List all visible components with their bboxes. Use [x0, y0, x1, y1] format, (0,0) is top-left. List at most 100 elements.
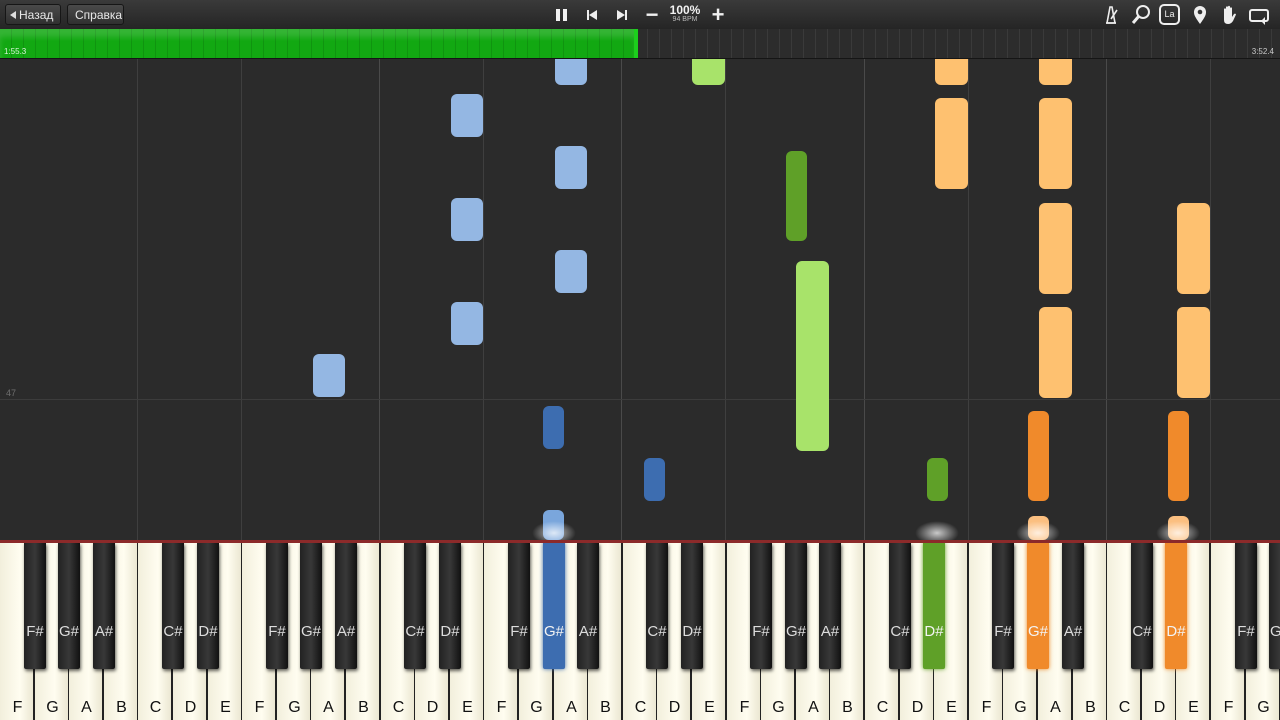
pause-button[interactable]	[549, 3, 573, 26]
black-key[interactable]: F#	[750, 543, 772, 669]
note	[1039, 307, 1072, 398]
black-key[interactable]: A#	[819, 543, 841, 669]
note	[1177, 307, 1210, 398]
black-key[interactable]: A#	[1062, 543, 1084, 669]
black-key-label: G#	[785, 623, 806, 640]
white-key-label: D	[184, 699, 197, 716]
black-key[interactable]: G#	[543, 543, 565, 669]
black-key-label: G#	[543, 623, 564, 640]
black-key-label: G#	[1027, 623, 1048, 640]
black-key-label: F#	[26, 623, 44, 640]
black-key[interactable]: D#	[681, 543, 703, 669]
marker-pin-icon[interactable]	[1189, 4, 1211, 26]
note	[451, 302, 483, 345]
black-key-label: G#	[58, 623, 79, 640]
black-key[interactable]: A#	[577, 543, 599, 669]
white-key-label: F	[739, 699, 750, 716]
black-key[interactable]: G#	[785, 543, 807, 669]
black-key-label: D#	[198, 623, 218, 640]
help-button[interactable]: Справка	[67, 4, 124, 25]
white-key-label: A	[808, 699, 819, 716]
slower-button[interactable]: −	[640, 3, 664, 26]
black-key[interactable]: C#	[404, 543, 426, 669]
black-key[interactable]: F#	[508, 543, 530, 669]
note	[1168, 411, 1189, 501]
note	[555, 59, 587, 85]
white-key-label: A	[81, 699, 92, 716]
note	[1039, 59, 1072, 85]
magnifier-icon[interactable]	[1130, 4, 1152, 26]
black-key-label: A#	[94, 623, 114, 640]
progress-bar[interactable]	[0, 29, 1280, 59]
black-key[interactable]: C#	[1131, 543, 1153, 669]
progress-fill	[0, 29, 636, 58]
black-key[interactable]: A#	[93, 543, 115, 669]
black-key[interactable]: C#	[889, 543, 911, 669]
black-key[interactable]: F#	[992, 543, 1014, 669]
current-time: 1:55.3	[4, 47, 27, 56]
note-labels-icon[interactable]: La	[1159, 4, 1180, 25]
note	[1039, 98, 1072, 189]
black-key[interactable]: D#	[197, 543, 219, 669]
white-key-label: G	[46, 699, 59, 716]
white-key-label: D	[1153, 699, 1166, 716]
piano-keyboard: FGABCDEFGABCDEFGABCDEFGABCDEFGABCDEFGAF#…	[0, 540, 1280, 720]
note	[1039, 203, 1072, 294]
progress-handle[interactable]	[634, 29, 638, 58]
white-key-label: F	[981, 699, 992, 716]
previous-button[interactable]	[580, 3, 604, 26]
black-key[interactable]: C#	[646, 543, 668, 669]
grid-line	[137, 59, 138, 540]
black-key[interactable]: F#	[24, 543, 46, 669]
next-button[interactable]	[609, 3, 633, 26]
white-key-label: F	[496, 699, 507, 716]
black-key[interactable]: D#	[1165, 543, 1187, 669]
white-key-label: G	[288, 699, 301, 716]
key-hit-glow	[915, 521, 959, 540]
white-key-label: D	[668, 699, 681, 716]
black-key-label: F#	[510, 623, 528, 640]
hand-icon[interactable]	[1218, 4, 1240, 26]
white-key-label: B	[358, 699, 369, 716]
loop-icon[interactable]	[1247, 4, 1271, 26]
white-key-label: C	[149, 699, 162, 716]
note	[935, 59, 968, 85]
black-key[interactable]: F#	[1235, 543, 1257, 669]
grid-line	[621, 59, 622, 540]
grid-line	[864, 59, 865, 540]
black-key-label: C#	[890, 623, 910, 640]
white-key-label: C	[876, 699, 889, 716]
black-key[interactable]: D#	[439, 543, 461, 669]
metronome-icon[interactable]	[1100, 4, 1122, 26]
white-key-label: F	[12, 699, 23, 716]
white-key-label: B	[116, 699, 127, 716]
white-key-label: G	[1257, 699, 1270, 716]
black-key[interactable]: D#	[923, 543, 945, 669]
black-key-label: D#	[1166, 623, 1186, 640]
black-key[interactable]: G#	[300, 543, 322, 669]
back-button[interactable]: Назад	[5, 4, 61, 25]
note	[1177, 203, 1210, 294]
grid-line	[379, 59, 380, 540]
black-key[interactable]: G#	[58, 543, 80, 669]
faster-button[interactable]: +	[706, 3, 730, 26]
white-key-label: C	[1118, 699, 1131, 716]
white-key-label: G	[530, 699, 543, 716]
white-key-label: B	[842, 699, 853, 716]
note	[451, 198, 483, 241]
black-key[interactable]: F#	[266, 543, 288, 669]
black-key[interactable]: A#	[335, 543, 357, 669]
black-key[interactable]: C#	[162, 543, 184, 669]
black-key-label: F#	[994, 623, 1012, 640]
grid-line	[968, 59, 969, 540]
grid-line	[1210, 59, 1211, 540]
black-key-label: G#	[300, 623, 321, 640]
black-key[interactable]: G#	[1269, 543, 1280, 669]
black-key[interactable]: G#	[1027, 543, 1049, 669]
black-key-label: C#	[1132, 623, 1152, 640]
black-key-label: F#	[1237, 623, 1255, 640]
white-key-label: B	[600, 699, 611, 716]
white-key-label: A	[566, 699, 577, 716]
white-key-label: E	[704, 699, 715, 716]
white-key-label: E	[946, 699, 957, 716]
